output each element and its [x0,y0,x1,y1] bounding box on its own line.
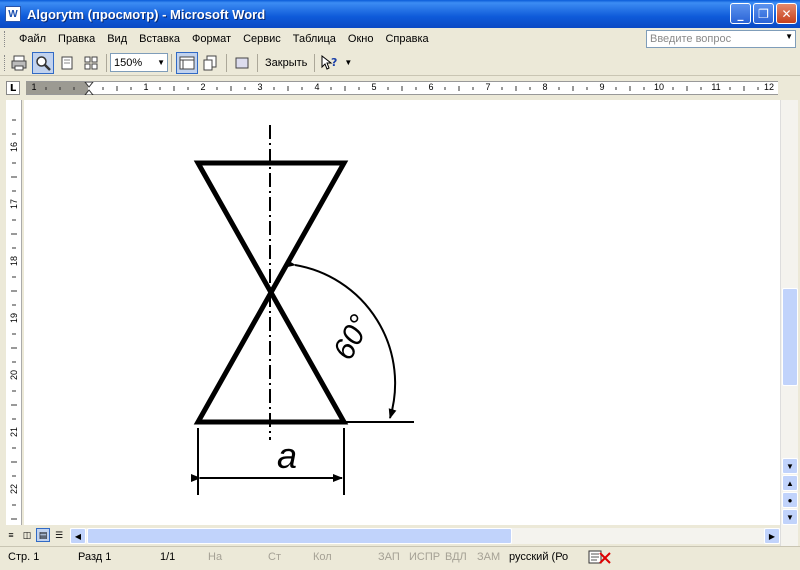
svg-text:?: ? [331,56,337,69]
ruler-number: 10 [653,82,665,92]
menu-grip[interactable] [4,31,7,47]
vertical-ruler-number: 17 [9,199,19,210]
menu-insert[interactable]: Вставка [133,33,186,45]
chevron-down-icon[interactable]: ▼ [785,32,793,41]
ruler-number: 6 [428,82,434,92]
toolbar-separator [171,53,172,72]
shrink-to-fit-icon[interactable] [200,52,222,74]
web-view-icon[interactable]: ◫ [20,528,34,542]
vertical-ruler-number: 22 [9,484,19,495]
one-page-icon[interactable] [56,52,78,74]
cone-angle-drawing: 60° a [191,125,414,495]
scroll-right-icon[interactable]: ▶ [764,528,780,544]
angle-label: 60° [327,310,377,366]
previous-page-icon[interactable]: ▲ [782,475,798,491]
vertical-ruler-number: 21 [9,427,19,438]
restore-button[interactable]: ❐ [753,3,774,24]
next-page-icon[interactable]: ▼ [782,509,798,525]
minimize-button[interactable]: _ [730,3,751,24]
toolbar-separator [257,53,258,72]
status-pages: 1/1 [160,551,176,563]
menu-edit[interactable]: Правка [52,33,101,45]
ruler-number: 7 [485,82,491,92]
ruler-number: 4 [314,82,320,92]
menu-help[interactable]: Справка [379,33,434,45]
context-help-icon[interactable]: ? [319,52,341,74]
vertical-ruler-number: 16 [9,142,19,153]
full-screen-icon[interactable] [231,52,253,74]
status-rec[interactable]: ЗАП [378,551,400,563]
ruler-number: 9 [599,82,605,92]
menu-view[interactable]: Вид [101,33,133,45]
multiple-pages-icon[interactable] [80,52,102,74]
word-app-icon[interactable]: W [5,6,21,22]
status-line: Ст [268,551,281,563]
horizontal-scroll-thumb[interactable] [87,528,512,544]
ruler-number: 2 [200,82,206,92]
vertical-ruler-number: 19 [9,313,19,324]
horizontal-scrollbar[interactable]: ◀ ▶ [70,528,780,544]
menu-bar: Файл Правка Вид Вставка Формат Сервис Та… [0,28,800,50]
toolbar-separator [226,53,227,72]
print-icon[interactable] [8,52,30,74]
zoom-value: 150% [114,56,143,69]
horizontal-ruler[interactable]: 1 1 2 3 4 5 6 7 8 9 10 11 12 [26,81,778,95]
status-column: Кол [313,551,332,563]
ruler-number: 1 [143,82,149,92]
horizontal-ruler-row: L 1 1 2 3 4 5 6 7 8 9 10 11 12 [0,78,800,100]
ruler-ticks [45,82,759,95]
scroll-down-icon[interactable]: ▼ [782,458,798,474]
print-layout-view-icon[interactable]: ▤ [36,528,50,542]
magnifier-icon[interactable] [32,51,54,74]
close-button[interactable]: ✕ [776,3,797,24]
ruler-number: 1 [31,82,37,92]
chevron-down-icon[interactable]: ▼ [157,58,165,67]
vertical-ruler[interactable]: 16 17 18 19 20 21 22 [6,100,22,525]
dimension-label: a [277,435,297,476]
status-section: Разд 1 [78,551,112,563]
print-preview-toolbar: 150% ▼ Закрыть ? ▼ [0,50,800,76]
menu-window[interactable]: Окно [342,33,380,45]
menu-tools[interactable]: Сервис [237,33,287,45]
document-page[interactable]: 60° a [24,100,780,525]
ask-question-box[interactable]: Введите вопрос ▼ [646,30,796,48]
vertical-scroll-thumb[interactable] [782,288,798,386]
outline-view-icon[interactable]: ☰ [52,528,66,542]
toolbar-separator [314,53,316,72]
ask-question-placeholder: Введите вопрос [650,33,732,45]
vertical-scrollbar[interactable]: ▼ ▲ ● ▼ [780,100,798,548]
close-preview-button[interactable]: Закрыть [261,57,311,69]
toolbar-separator [106,53,107,72]
normal-view-icon[interactable]: ≡ [4,528,18,542]
view-and-hscroll-row: ≡ ◫ ▤ ☰ ◀ ▶ [0,527,780,545]
zoom-select[interactable]: 150% ▼ [110,53,168,72]
toolbar-options-icon[interactable]: ▼ [344,58,352,67]
status-at: На [208,551,223,563]
status-ext[interactable]: ВДЛ [445,551,467,563]
menu-format[interactable]: Формат [186,33,237,45]
ruler-number: 3 [257,82,263,92]
ruler-number: 12 [763,82,775,92]
menu-table[interactable]: Таблица [287,33,342,45]
status-bar: Стр. 1 Разд 1 1/1 На Ст Кол ЗАП ИСПР ВДЛ… [0,546,800,568]
status-page: Стр. 1 [8,551,40,563]
ruler-number: 5 [371,82,377,92]
status-language[interactable]: русский (Ро [509,551,568,563]
view-ruler-icon[interactable] [176,51,198,74]
ruler-number: 11 [711,82,721,92]
tab-selector[interactable]: L [6,81,20,95]
select-browse-object-icon[interactable]: ● [782,492,798,508]
window-title: Algorytm (просмотр) - Microsoft Word [27,6,266,22]
status-ovr[interactable]: ЗАМ [477,551,500,563]
vertical-ruler-number: 20 [9,370,19,381]
title-bar: W Algorytm (просмотр) - Microsoft Word _… [0,0,800,28]
status-trk[interactable]: ИСПР [409,551,440,563]
spelling-status-icon[interactable] [588,549,612,568]
vertical-ruler-number: 18 [9,256,19,267]
toolbar-grip[interactable] [4,54,7,71]
ruler-number: 8 [542,82,548,92]
menu-file[interactable]: Файл [13,33,52,45]
scroll-left-icon[interactable]: ◀ [70,528,86,544]
